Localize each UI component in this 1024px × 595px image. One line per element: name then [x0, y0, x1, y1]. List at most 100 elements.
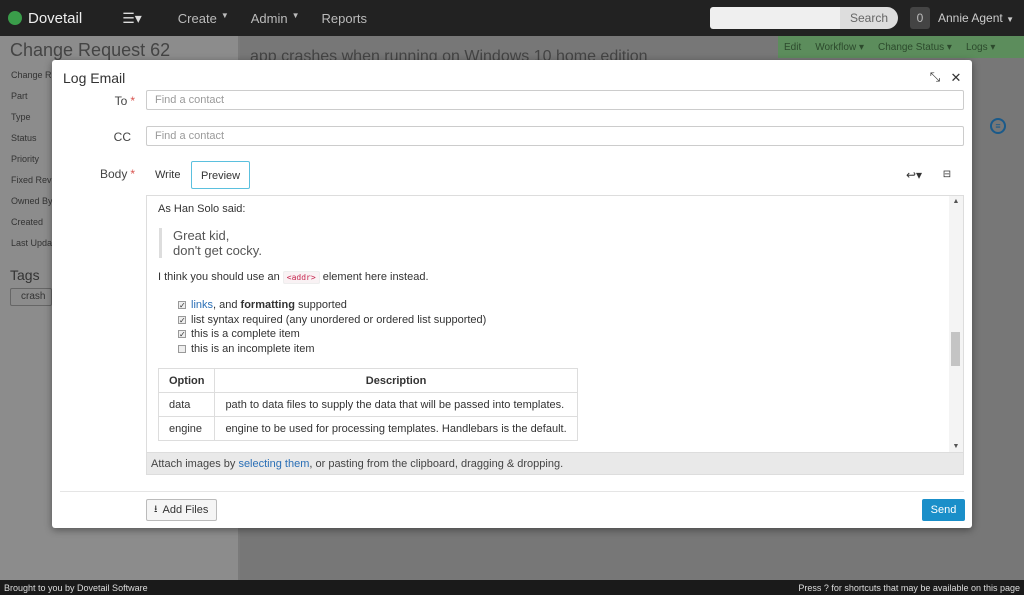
change-status-button[interactable]: Change Status ▾ [878, 42, 952, 53]
collapse-icon[interactable]: ⤡ [927, 69, 943, 85]
quote-line: don't get cocky. [173, 243, 262, 258]
field-label: Owned By [11, 196, 53, 206]
tab-preview[interactable]: Preview [191, 161, 251, 189]
select-images-link[interactable]: selecting them [238, 458, 309, 470]
upload-icon: ⭳ [154, 503, 158, 515]
search-input[interactable] [709, 7, 840, 29]
text-fragment: , and [213, 299, 238, 311]
column-header: Description [214, 368, 578, 393]
record-toolbar: Edit Workflow ▾ Change Status ▾ Logs ▾ [778, 36, 1024, 58]
preview-text: I think you should use an <addr> element… [158, 269, 936, 286]
body-label-text: Body [99, 167, 128, 181]
cc-label: CC [113, 130, 131, 144]
workflow-button[interactable]: Workflow ▾ [815, 42, 864, 53]
add-files-button[interactable]: ⭳ Add Files [146, 499, 218, 521]
attach-text: Attach images by [151, 458, 236, 470]
task-text: list syntax required (any unordered or o… [191, 313, 487, 326]
task-list: links, and formatting supported list syn… [178, 298, 936, 356]
add-files-label: Add Files [162, 504, 209, 516]
close-icon[interactable]: ✕ [948, 70, 964, 86]
scroll-thumb[interactable] [951, 332, 960, 366]
required-marker: * [130, 94, 135, 108]
field-label: Created [11, 217, 44, 227]
record-title: Change Request 62 [10, 40, 171, 60]
nav-links: Create ▼ Admin ▼ Reports [178, 11, 367, 26]
log-email-dialog: Log Email ⤡ ✕ To* CC Body* Write Preview… [52, 60, 972, 528]
field-label: Status [11, 133, 37, 143]
chevron-down-icon: ▼ [291, 10, 300, 20]
brand-name: Dovetail [28, 9, 83, 27]
table-cell: path to data files to supply the data th… [214, 392, 578, 417]
nav-reports[interactable]: Reports [322, 11, 368, 26]
task-item: list syntax required (any unordered or o… [178, 313, 936, 328]
bold-text: formatting [240, 299, 295, 311]
notification-badge[interactable]: 0 [910, 7, 930, 29]
nav-admin[interactable]: Admin [251, 11, 288, 26]
dovetail-logo-icon [8, 11, 22, 25]
quote-line: Great kid, [173, 228, 230, 243]
column-header: Option [157, 368, 216, 393]
reply-icon[interactable]: ↩▾ [904, 167, 924, 183]
user-name: Annie Agent [938, 11, 1003, 25]
field-label: Fixed Rev [11, 175, 52, 185]
footer-shortcut-hint: Press ? for shortcuts that may be availa… [798, 582, 1020, 593]
user-menu[interactable]: Annie Agent ▼ [938, 11, 1014, 25]
cc-field[interactable] [146, 126, 964, 146]
tag-chip[interactable]: crash [10, 288, 52, 306]
list-icon[interactable]: ≡ [990, 118, 1006, 134]
to-field[interactable] [146, 90, 964, 110]
checkbox-unchecked-icon[interactable] [178, 344, 186, 353]
chevron-down-icon: ▼ [1006, 15, 1014, 24]
text-fragment: I think you should use an [158, 271, 280, 283]
preview-text: As Han Solo said: [158, 203, 246, 215]
text-fragment: element here instead. [322, 271, 429, 283]
edit-button[interactable]: Edit [784, 42, 801, 53]
nav-right: Search 0 Annie Agent ▼ [709, 0, 1024, 36]
preview-pane: As Han Solo said: Great kid, don't get c… [147, 196, 947, 452]
markdown-icon[interactable]: ⊟ [940, 167, 954, 183]
to-label: To * [52, 94, 135, 108]
footer: Brought to you by Dovetail Software Pres… [0, 580, 1024, 595]
send-button[interactable]: Send [922, 499, 965, 521]
brand[interactable]: Dovetail [8, 10, 82, 27]
scroll-up-icon[interactable]: ▲ [949, 198, 963, 205]
nav-create[interactable]: Create [178, 11, 217, 26]
top-navbar: Dovetail ☰▾ Create ▼ Admin ▼ Reports Searc… [0, 0, 1024, 36]
field-label: Part [11, 91, 28, 101]
checkbox-checked-icon[interactable] [178, 328, 186, 343]
menu-icon[interactable]: ☰▾ [122, 10, 142, 27]
table-header-row: Option Description [157, 368, 578, 393]
blockquote: Great kid, don't get cocky. [159, 228, 936, 258]
preview-link[interactable]: links [191, 298, 213, 313]
table-cell: engine to be used for processing templat… [214, 416, 578, 441]
table-row: data path to data files to supply the da… [157, 392, 578, 417]
to-label-text: To [114, 94, 128, 108]
attach-text: , or pasting from the clipboard, draggin… [309, 458, 564, 470]
checkbox-checked-icon[interactable] [178, 299, 186, 314]
text-fragment: supported [298, 299, 347, 311]
body-editor[interactable]: As Han Solo said: Great kid, don't get c… [146, 195, 964, 453]
task-text: this is a complete item [191, 328, 300, 340]
task-item: this is a complete item [178, 327, 936, 343]
dialog-title: Log Email [63, 70, 126, 86]
inline-code: <addr> [282, 271, 320, 284]
tab-write[interactable]: Write [146, 161, 189, 189]
footer-credit: Brought to you by Dovetail Software [4, 582, 148, 593]
field-label: Change R [11, 70, 52, 80]
body-label: Body * [52, 167, 135, 181]
task-item: links, and formatting supported [178, 298, 936, 314]
required-marker: * [130, 167, 135, 181]
chevron-down-icon: ▼ [220, 10, 229, 20]
table-row: engine engine to be used for processing … [157, 416, 578, 441]
checkbox-checked-icon[interactable] [178, 314, 186, 328]
task-text: this is an incomplete item [191, 342, 315, 355]
search-button[interactable]: Search [839, 7, 898, 29]
scroll-down-icon[interactable]: ▼ [949, 443, 963, 450]
logs-button[interactable]: Logs ▾ [966, 42, 995, 53]
field-label: Last Upda [11, 238, 53, 248]
preview-scrollbar[interactable]: ▲ ▼ [949, 196, 963, 452]
options-table: Option Description data path to data fil… [157, 368, 578, 441]
footer-divider [60, 491, 964, 492]
tags-title: Tags [10, 267, 40, 283]
field-label: Type [11, 112, 31, 122]
